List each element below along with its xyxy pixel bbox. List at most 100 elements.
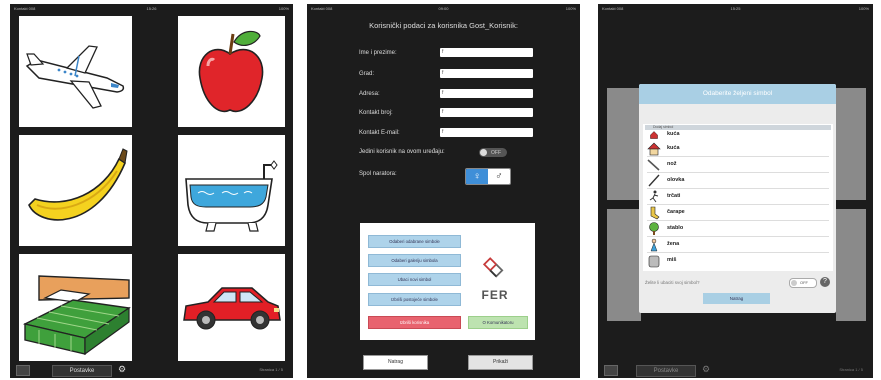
dialog-back-button[interactable]: Natrag xyxy=(703,293,770,304)
tree-icon xyxy=(649,222,659,235)
symbol-card-banana[interactable] xyxy=(19,135,132,246)
gear-icon[interactable]: ⚙ xyxy=(702,364,710,375)
clock-text: 09:00 xyxy=(438,6,449,11)
email-value: f xyxy=(442,129,444,135)
house-icon xyxy=(650,131,658,139)
fer-emblem-icon xyxy=(482,257,504,278)
single-user-toggle[interactable]: OFF xyxy=(479,148,507,157)
list-item[interactable]: stablo xyxy=(643,221,833,237)
settings-button[interactable]: Postavke xyxy=(636,365,696,377)
city-input[interactable]: f xyxy=(440,69,533,78)
list-item[interactable]: čarape xyxy=(643,205,833,221)
toggle-knob xyxy=(480,149,487,156)
name-input[interactable]: f xyxy=(440,48,533,57)
list-item-label: stablo xyxy=(667,225,684,231)
list-item[interactable]: kuća xyxy=(643,130,833,140)
bottom-toolbar: Postavke ⚙ Stranica 1 / 5 xyxy=(10,362,293,378)
status-bar: Kontakt 008 09:00 100% xyxy=(307,4,580,13)
mouse-icon xyxy=(648,255,660,268)
female-icon[interactable]: ♀ xyxy=(466,169,488,184)
symbol-list[interactable]: Dodaj simbol kuća kuća nož olovka trčati xyxy=(643,124,833,271)
toggle-knob xyxy=(791,280,797,286)
apple-icon xyxy=(198,30,264,113)
banana-icon xyxy=(28,148,128,221)
list-item-label: nož xyxy=(667,161,677,167)
status-bar: Kontakt 008 15:26 100% xyxy=(10,4,293,13)
symbol-card-dimmed xyxy=(836,209,866,321)
carrier-text: Kontakt 008 xyxy=(311,6,333,11)
insert-symbol-button[interactable]: Ubaci novi simbol xyxy=(368,273,461,286)
custom-symbol-toggle[interactable]: OFF xyxy=(789,278,817,288)
selected-row-label: Dodaj simbol xyxy=(653,125,674,129)
dialog-title: Odaberite željeni simbol xyxy=(639,84,836,104)
list-item[interactable]: nož xyxy=(643,157,833,173)
socks-icon xyxy=(650,206,660,220)
battery-text: 100% xyxy=(565,6,576,11)
airplane-icon xyxy=(25,45,125,109)
list-item[interactable]: olovka xyxy=(643,173,833,189)
list-item[interactable]: miš xyxy=(643,253,833,269)
list-item-label: kuća xyxy=(667,131,680,137)
page-indicator: Stranica 1 / 5 xyxy=(259,367,283,372)
carrier-text: Kontakt 008 xyxy=(14,6,36,11)
list-item-label: kuća xyxy=(667,145,680,151)
symbol-card-bathtub[interactable] xyxy=(178,135,285,246)
symbol-card-dimmed xyxy=(607,88,641,200)
page-indicator: Stranica 1 / 5 xyxy=(839,367,863,372)
gear-icon[interactable]: ⚙ xyxy=(118,364,126,375)
house-icon xyxy=(647,142,661,156)
list-item[interactable]: trčati xyxy=(643,189,833,205)
fer-logo: FER xyxy=(470,256,520,306)
carrier-text: Kontakt 008 xyxy=(602,6,624,11)
keyboard-icon[interactable] xyxy=(16,365,30,376)
fer-logo-text: FER xyxy=(481,288,509,302)
symbol-grid-screen: Kontakt 008 15:26 100% Postavke ⚙ Strani… xyxy=(10,4,293,378)
help-icon[interactable]: ? xyxy=(820,277,830,287)
list-item[interactable]: kuća xyxy=(643,141,833,157)
symbol-card-dimmed xyxy=(836,88,866,200)
options-panel: Odaberi odabrane simbole Odaberi galerij… xyxy=(360,223,535,340)
list-item[interactable]: žena xyxy=(643,237,833,253)
battery-text: 100% xyxy=(278,6,289,11)
toggle-value: OFF xyxy=(491,149,501,156)
address-value: f xyxy=(442,90,444,96)
symbol-chooser-screen: Kontakt 008 15:25 100% Odaberite željeni… xyxy=(598,4,873,378)
back-button[interactable]: Natrag xyxy=(363,355,428,370)
running-icon xyxy=(649,190,659,203)
phone-value: f xyxy=(442,109,444,115)
symbol-card-apple[interactable] xyxy=(178,16,285,127)
male-icon[interactable]: ♂ xyxy=(488,169,510,184)
choose-symbol-dialog: Odaberite željeni simbol Dodaj simbol ku… xyxy=(639,84,836,313)
symbol-card-bed[interactable] xyxy=(19,254,132,361)
bathtub-icon xyxy=(185,160,278,232)
email-input[interactable]: f xyxy=(440,128,533,137)
show-button[interactable]: Prikaži xyxy=(468,355,533,370)
choose-gallery-button[interactable]: Odaberi galeriju simbola xyxy=(368,254,461,267)
city-value: f xyxy=(442,70,444,76)
narrator-gender-selector: ♀ ♂ xyxy=(465,168,511,185)
page-title: Korisnički podaci za korisnika Gost_Kori… xyxy=(369,21,518,30)
car-icon xyxy=(183,287,281,330)
address-label: Adresa: xyxy=(359,91,380,97)
list-item-label: trčati xyxy=(667,193,681,199)
name-value: f xyxy=(442,49,444,55)
settings-button[interactable]: Postavke xyxy=(52,365,112,377)
list-item-label: olovka xyxy=(667,177,685,183)
phone-input[interactable]: f xyxy=(440,108,533,117)
custom-symbol-question: Želite li ubaciti svoj simbol? xyxy=(645,280,700,285)
about-button[interactable]: O Komunikatoru xyxy=(468,316,528,329)
woman-icon xyxy=(650,238,658,252)
choose-selected-symbols-button[interactable]: Odaberi odabrane simbole xyxy=(368,235,461,248)
clock-text: 15:26 xyxy=(146,6,157,11)
delete-user-button[interactable]: Izbriši korisnika xyxy=(368,316,461,329)
delete-symbols-button[interactable]: Izbriši postojeće simbole xyxy=(368,293,461,306)
list-item-label: žena xyxy=(667,241,680,247)
symbol-card-car[interactable] xyxy=(178,254,285,361)
email-label: Kontakt E-mail: xyxy=(359,130,400,136)
address-input[interactable]: f xyxy=(440,89,533,98)
keyboard-icon[interactable] xyxy=(604,365,618,376)
narrator-label: Spol naratora: xyxy=(359,171,397,177)
list-item-label: miš xyxy=(667,257,677,263)
symbol-card-airplane[interactable] xyxy=(19,16,132,127)
toggle-value: OFF xyxy=(800,280,808,285)
